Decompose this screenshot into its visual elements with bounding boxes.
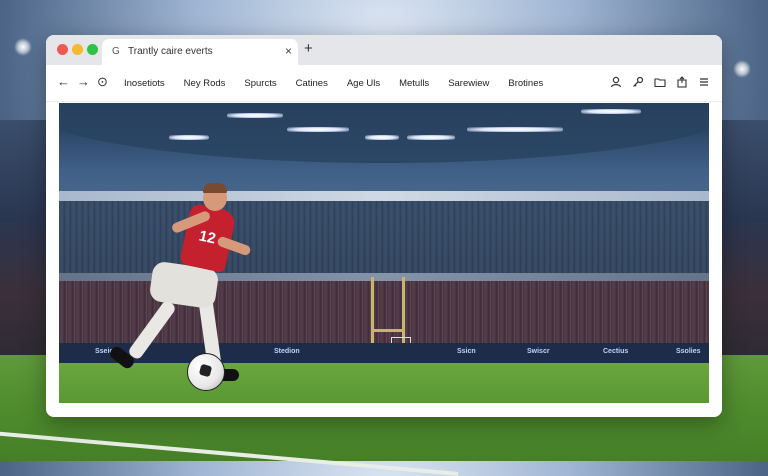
nav-item[interactable]: Ney Rods xyxy=(184,78,226,89)
account-icon[interactable] xyxy=(608,74,624,90)
nav-item[interactable]: Metulls xyxy=(399,78,429,89)
board-text: Ssolies xyxy=(676,348,701,355)
floodlight xyxy=(227,113,283,118)
floodlight xyxy=(365,135,399,140)
tab-title: Trantly caire everts xyxy=(128,46,213,57)
forward-icon[interactable]: → xyxy=(77,74,90,90)
floodlight xyxy=(581,109,641,114)
floodlight xyxy=(467,127,563,132)
soccer-ball-icon xyxy=(187,353,225,391)
close-tab-icon[interactable]: × xyxy=(285,44,292,58)
jersey-number: 12 xyxy=(197,227,218,248)
maximize-window-button[interactable] xyxy=(87,44,98,55)
nav-menu: Inosetiots Ney Rods Spurcts Catines Age … xyxy=(124,65,562,101)
browser-tab[interactable]: G Trantly caire everts × xyxy=(102,39,298,65)
toolbar: ← → ⊙ Inosetiots Ney Rods Spurcts Catine… xyxy=(46,65,722,102)
nav-item[interactable]: Age Uls xyxy=(347,78,380,89)
history-icon[interactable]: ⊙ xyxy=(97,74,108,90)
board-text: Cectius xyxy=(603,348,629,355)
floodlight xyxy=(733,60,751,78)
google-favicon-icon: G xyxy=(112,46,120,57)
new-tab-icon[interactable]: + xyxy=(304,40,313,57)
floodlight xyxy=(169,135,209,140)
minimize-window-button[interactable] xyxy=(72,44,83,55)
board-text: Ssicn xyxy=(457,348,476,355)
crossbar xyxy=(371,329,405,332)
nav-item[interactable]: Spurcts xyxy=(244,78,276,89)
floodlight xyxy=(14,38,32,56)
browser-window: G Trantly caire everts × + ← → ⊙ Inoseti… xyxy=(46,35,722,417)
hero-stadium-image: Sseicn Stedion Ssicn Swiscr Cectius Ssol… xyxy=(59,103,709,403)
back-icon[interactable]: ← xyxy=(57,74,70,90)
nav-item[interactable]: Sarewiew xyxy=(448,78,489,89)
toolbar-icons xyxy=(602,74,712,90)
menu-icon[interactable] xyxy=(696,74,712,90)
nav-item[interactable]: Inosetiots xyxy=(124,78,165,89)
folder-icon[interactable] xyxy=(652,74,668,90)
board-text: Swiscr xyxy=(527,348,550,355)
key-icon[interactable] xyxy=(630,74,646,90)
title-bar: G Trantly caire everts × + xyxy=(46,35,722,65)
player-leg xyxy=(126,299,178,361)
floodlight xyxy=(407,135,455,140)
player-hair xyxy=(203,183,227,193)
floodlight xyxy=(287,127,349,132)
close-window-button[interactable] xyxy=(57,44,68,55)
nav-item[interactable]: Brotines xyxy=(508,78,543,89)
board-text: Stedion xyxy=(274,348,300,355)
share-icon[interactable] xyxy=(674,74,690,90)
nav-item[interactable]: Catines xyxy=(296,78,328,89)
